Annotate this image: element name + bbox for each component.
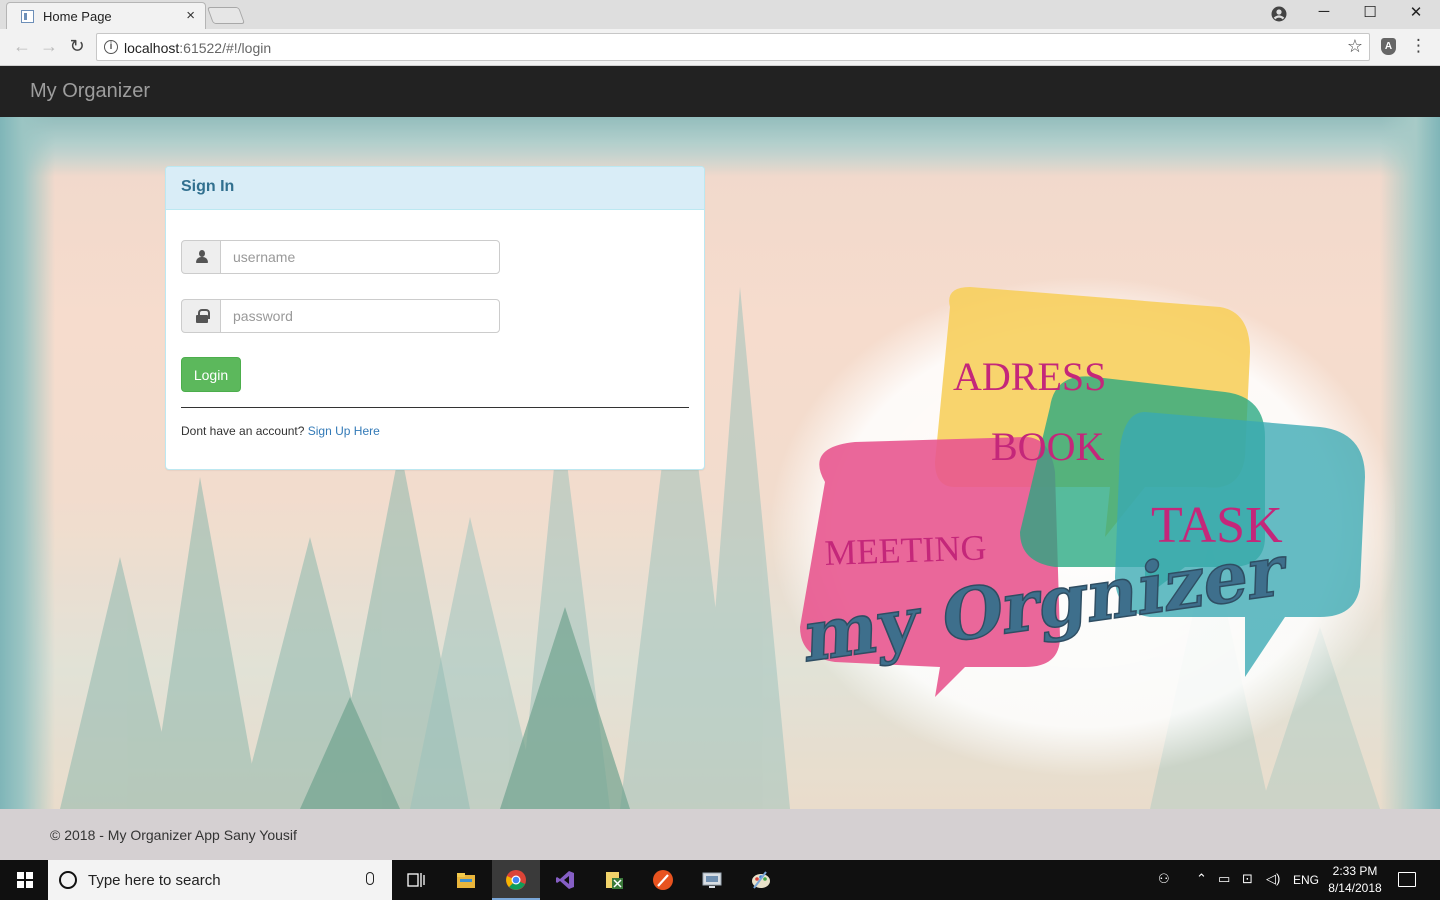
windows-logo-icon	[17, 872, 33, 888]
tab-close-icon[interactable]: ×	[186, 7, 195, 24]
url-text[interactable]: localhost:61522/#!/login	[124, 40, 271, 56]
start-button[interactable]	[0, 860, 48, 900]
signup-link[interactable]: Sign Up Here	[308, 424, 380, 438]
tray-overflow-chevron-icon[interactable]: ⌃	[1196, 871, 1207, 887]
signup-prompt: Dont have an account? Sign Up Here	[181, 424, 380, 438]
people-icon[interactable]: ⚇	[1158, 871, 1170, 887]
forward-arrow-icon[interactable]: →	[37, 36, 61, 57]
action-center-icon[interactable]	[1398, 872, 1416, 887]
paint-brush-icon	[653, 870, 673, 890]
password-input[interactable]	[220, 299, 500, 333]
volume-icon[interactable]: ◁)	[1266, 871, 1280, 887]
password-group	[181, 299, 500, 333]
remote-desktop-icon	[702, 872, 722, 888]
taskbar-search[interactable]: Type here to search	[48, 860, 392, 900]
divider	[181, 407, 689, 408]
language-indicator[interactable]: ENG	[1293, 873, 1319, 887]
site-info-icon[interactable]: i	[104, 40, 118, 54]
folder-icon	[457, 873, 475, 888]
bookmark-star-icon[interactable]: ☆	[1347, 36, 1363, 57]
brand-link[interactable]: My Organizer	[30, 80, 150, 103]
logo-word-meeting: MEETING	[824, 527, 987, 573]
logo-word-book: BOOK	[991, 424, 1104, 469]
cortana-icon[interactable]	[59, 871, 77, 889]
clock-date: 8/14/2018	[1328, 881, 1382, 895]
taskbar-app-paint[interactable]	[639, 860, 687, 900]
battery-icon[interactable]: ▭	[1218, 871, 1230, 887]
no-account-text: Dont have an account?	[181, 424, 305, 438]
taskbar-app-file-explorer[interactable]	[442, 860, 490, 900]
username-addon	[181, 240, 221, 274]
task-view-icon	[407, 873, 425, 887]
login-button[interactable]: Login	[181, 357, 241, 392]
user-icon	[195, 250, 209, 264]
taskbar-app-remote[interactable]	[688, 860, 736, 900]
close-window-button[interactable]: ✕	[1393, 3, 1439, 21]
profile-icon[interactable]	[1271, 6, 1287, 22]
notepad-icon	[606, 872, 623, 889]
chrome-icon	[506, 870, 526, 890]
task-view-button[interactable]	[392, 860, 440, 900]
tab-title: Home Page	[43, 9, 112, 24]
extension-shield-icon[interactable]: A	[1381, 38, 1396, 55]
username-input[interactable]	[220, 240, 500, 274]
logo-word-adress: ADRESS	[953, 354, 1106, 399]
back-arrow-icon[interactable]: ←	[10, 36, 34, 57]
maximize-button[interactable]: ☐	[1347, 3, 1393, 21]
browser-menu-icon[interactable]: ⋮	[1410, 36, 1427, 56]
windows-taskbar: Type here to search ⚇ ⌃ ▭ ⊡ ◁) ENG 2:33 …	[0, 860, 1440, 900]
minimize-button[interactable]: ─	[1301, 3, 1347, 20]
browser-toolbar: ← → ↻ i localhost:61522/#!/login ☆ A ⋮	[0, 29, 1440, 66]
tab-home-page[interactable]: Home Page ×	[6, 2, 206, 29]
app-navbar: My Organizer	[0, 66, 1440, 117]
taskbar-clock[interactable]: 2:33 PM 8/14/2018	[1322, 863, 1388, 897]
footer-copyright: © 2018 - My Organizer App Sany Yousif	[50, 827, 297, 843]
browser-tabstrip: Home Page × ─ ☐ ✕	[0, 0, 1440, 29]
taskbar-app-visual-studio[interactable]	[541, 860, 589, 900]
page-footer: © 2018 - My Organizer App Sany Yousif	[0, 809, 1440, 860]
signin-title: Sign In	[181, 178, 235, 195]
taskbar-app-explorer[interactable]	[737, 860, 785, 900]
taskbar-app-notepad[interactable]	[590, 860, 638, 900]
signin-panel: Sign In Login Dont have an account? Sign…	[165, 166, 705, 470]
username-group	[181, 240, 500, 274]
new-tab-button[interactable]	[206, 7, 246, 24]
lock-icon	[195, 309, 210, 324]
password-addon	[181, 299, 221, 333]
taskbar-search-placeholder: Type here to search	[88, 872, 221, 889]
address-bar[interactable]: i localhost:61522/#!/login ☆	[96, 33, 1370, 61]
taskbar-app-chrome[interactable]	[492, 860, 540, 900]
my-organizer-logo: ADRESS BOOK MEETING TASK my Orgnizer	[770, 277, 1395, 777]
clock-time: 2:33 PM	[1332, 864, 1378, 878]
signin-panel-heading: Sign In	[166, 167, 704, 210]
network-icon[interactable]: ⊡	[1242, 871, 1253, 887]
visual-studio-icon	[556, 871, 574, 889]
paint-palette-icon	[752, 871, 770, 889]
reload-icon[interactable]: ↻	[65, 36, 89, 57]
main-background: ADRESS BOOK MEETING TASK my Orgnizer Sig…	[0, 117, 1440, 809]
microphone-icon[interactable]	[366, 872, 374, 885]
page-favicon-icon	[21, 10, 34, 23]
